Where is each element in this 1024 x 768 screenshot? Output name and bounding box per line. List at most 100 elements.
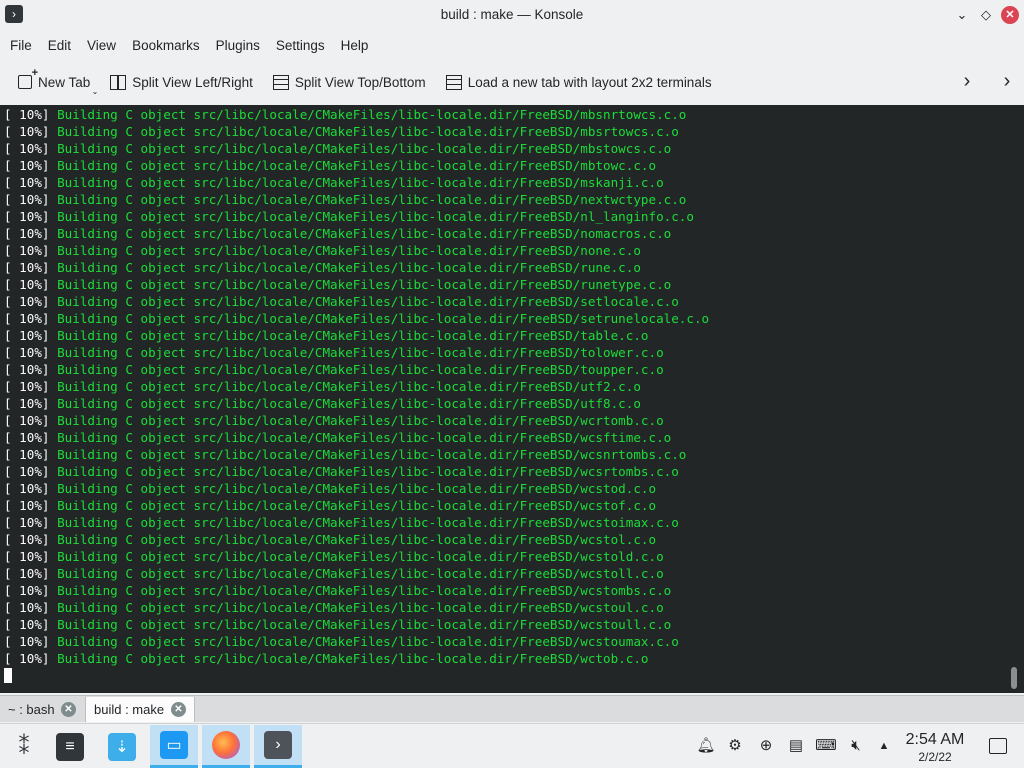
close-tab-icon[interactable]: ✕ bbox=[61, 702, 76, 717]
window-title: build : make — Konsole bbox=[440, 7, 584, 22]
terminal-line: [ 10%] Building C object src/libc/locale… bbox=[4, 123, 709, 140]
build-percent: [ 10%] bbox=[4, 617, 50, 632]
konsole-icon[interactable]: › bbox=[5, 5, 23, 23]
updates-icon[interactable]: ⊕ bbox=[755, 735, 777, 757]
close-tab-icon[interactable]: ✕ bbox=[171, 702, 186, 717]
load-layout-2x2-label: Load a new tab with layout 2x2 terminals bbox=[467, 74, 712, 90]
terminal-line: [ 10%] Building C object src/libc/locale… bbox=[4, 446, 709, 463]
toolbar-overflow-icon[interactable]: › bbox=[957, 70, 977, 94]
terminal-line: [ 10%] Building C object src/libc/locale… bbox=[4, 548, 709, 565]
terminal-line: [ 10%] Building C object src/libc/locale… bbox=[4, 293, 709, 310]
toolbar-more-icon[interactable]: › bbox=[997, 70, 1017, 94]
grid-layout-icon bbox=[445, 74, 462, 90]
keyboard-icon[interactable]: ⌨ bbox=[815, 735, 837, 757]
new-tab-button[interactable]: New Tab ⌄ bbox=[12, 66, 99, 98]
system-settings-button[interactable]: ≡ bbox=[46, 725, 94, 768]
build-percent: [ 10%] bbox=[4, 583, 50, 598]
clock-time[interactable]: 2:54 AM bbox=[900, 731, 970, 749]
split-view-top-bottom-button[interactable]: Split View Top/Bottom bbox=[267, 66, 432, 98]
expand-tray-icon[interactable]: ▲ bbox=[873, 735, 895, 757]
close-button[interactable]: ✕ bbox=[1001, 6, 1019, 24]
split-view-left-right-button[interactable]: Split View Left/Right bbox=[104, 66, 259, 98]
terminal-line: [ 10%] Building C object src/libc/locale… bbox=[4, 310, 709, 327]
build-message: Building C object src/libc/locale/CMakeF… bbox=[49, 294, 679, 309]
build-message: Building C object src/libc/locale/CMakeF… bbox=[49, 226, 672, 241]
menu-plugins[interactable]: Plugins bbox=[210, 38, 266, 53]
build-percent: [ 10%] bbox=[4, 141, 50, 156]
terminal-line: [ 10%] Building C object src/libc/locale… bbox=[4, 599, 709, 616]
terminal-line: [ 10%] Building C object src/libc/locale… bbox=[4, 259, 709, 276]
build-percent: [ 10%] bbox=[4, 345, 50, 360]
terminal-line: [ 10%] Building C object src/libc/locale… bbox=[4, 225, 709, 242]
terminal-view[interactable]: [ 10%] Building C object src/libc/locale… bbox=[0, 105, 1024, 693]
build-message: Building C object src/libc/locale/CMakeF… bbox=[49, 549, 664, 564]
menu-view[interactable]: View bbox=[81, 38, 122, 53]
notifications-icon[interactable]: 🔔︎ bbox=[695, 735, 717, 757]
clipboard-icon[interactable]: ▤ bbox=[785, 735, 807, 757]
terminal-line: [ 10%] Building C object src/libc/locale… bbox=[4, 157, 709, 174]
application-launcher-button[interactable]: ⁑ bbox=[0, 725, 48, 768]
maximize-button[interactable]: ◇ bbox=[976, 5, 996, 25]
build-percent: [ 10%] bbox=[4, 362, 50, 377]
konsole-task-button[interactable]: › bbox=[254, 725, 302, 768]
toolbar: New Tab ⌄ Split View Left/Right Split Vi… bbox=[0, 62, 1024, 102]
build-message: Building C object src/libc/locale/CMakeF… bbox=[49, 124, 679, 139]
build-message: Building C object src/libc/locale/CMakeF… bbox=[49, 651, 649, 666]
terminal-scrollbar[interactable] bbox=[1011, 667, 1017, 689]
terminal-line: [ 10%] Building C object src/libc/locale… bbox=[4, 344, 709, 361]
build-percent: [ 10%] bbox=[4, 396, 50, 411]
terminal-line: [ 10%] Building C object src/libc/locale… bbox=[4, 395, 709, 412]
application-launcher-icon: ⁑ bbox=[18, 733, 30, 759]
volume-muted-icon[interactable]: 🔇︎ bbox=[845, 735, 867, 757]
build-message: Building C object src/libc/locale/CMakeF… bbox=[49, 243, 641, 258]
build-percent: [ 10%] bbox=[4, 600, 50, 615]
network-icon[interactable]: ⚙︎ bbox=[724, 735, 746, 757]
terminal-line: [ 10%] Building C object src/libc/locale… bbox=[4, 531, 709, 548]
build-percent: [ 10%] bbox=[4, 651, 50, 666]
build-message: Building C object src/libc/locale/CMakeF… bbox=[49, 634, 679, 649]
terminal-line: [ 10%] Building C object src/libc/locale… bbox=[4, 616, 709, 633]
terminal-line: [ 10%] Building C object src/libc/locale… bbox=[4, 429, 709, 446]
minimize-button[interactable]: ⌄ bbox=[952, 5, 972, 25]
taskbar: ⁑ ≡ ⇣ ▭ › 🔔︎ ⚙︎ ⊕ ▤ ⌨ 🔇︎ ▲ 2:54 AM 2/2/2… bbox=[0, 723, 1024, 768]
terminal-line: [ 10%] Building C object src/libc/locale… bbox=[4, 361, 709, 378]
menu-file[interactable]: File bbox=[4, 38, 38, 53]
build-percent: [ 10%] bbox=[4, 515, 50, 530]
build-message: Building C object src/libc/locale/CMakeF… bbox=[49, 107, 687, 122]
file-manager-icon: ▭ bbox=[160, 731, 188, 759]
tab-bash[interactable]: ~ : bash ✕ bbox=[0, 697, 84, 722]
firefox-button[interactable] bbox=[202, 725, 250, 768]
menu-settings[interactable]: Settings bbox=[270, 38, 331, 53]
terminal-output: [ 10%] Building C object src/libc/locale… bbox=[4, 106, 709, 667]
build-message: Building C object src/libc/locale/CMakeF… bbox=[49, 141, 672, 156]
build-percent: [ 10%] bbox=[4, 328, 50, 343]
file-manager-button[interactable]: ▭ bbox=[150, 725, 198, 768]
build-message: Building C object src/libc/locale/CMakeF… bbox=[49, 600, 664, 615]
menu-bookmarks[interactable]: Bookmarks bbox=[126, 38, 206, 53]
clock-date[interactable]: 2/2/22 bbox=[900, 750, 970, 764]
session-tab-bar: ~ : bash ✕ build : make ✕ bbox=[0, 695, 1024, 722]
chevron-down-icon[interactable]: ⌄ bbox=[92, 87, 99, 96]
build-percent: [ 10%] bbox=[4, 532, 50, 547]
menu-edit[interactable]: Edit bbox=[42, 38, 77, 53]
build-message: Building C object src/libc/locale/CMakeF… bbox=[49, 447, 687, 462]
show-desktop-icon[interactable] bbox=[989, 738, 1007, 754]
tab-build-make[interactable]: build : make ✕ bbox=[85, 697, 195, 722]
terminal-line: [ 10%] Building C object src/libc/locale… bbox=[4, 497, 709, 514]
terminal-line: [ 10%] Building C object src/libc/locale… bbox=[4, 191, 709, 208]
build-percent: [ 10%] bbox=[4, 260, 50, 275]
system-settings-icon: ≡ bbox=[56, 732, 84, 761]
terminal-line: [ 10%] Building C object src/libc/locale… bbox=[4, 140, 709, 157]
build-message: Building C object src/libc/locale/CMakeF… bbox=[49, 515, 679, 530]
terminal-line: [ 10%] Building C object src/libc/locale… bbox=[4, 327, 709, 344]
menu-help[interactable]: Help bbox=[335, 38, 375, 53]
terminal-line: [ 10%] Building C object src/libc/locale… bbox=[4, 650, 709, 667]
discover-button[interactable]: ⇣ bbox=[98, 725, 146, 768]
build-percent: [ 10%] bbox=[4, 124, 50, 139]
load-layout-2x2-button[interactable]: Load a new tab with layout 2x2 terminals bbox=[440, 66, 718, 98]
new-tab-icon bbox=[18, 67, 38, 89]
split-view-top-bottom-label: Split View Top/Bottom bbox=[294, 74, 426, 90]
build-message: Building C object src/libc/locale/CMakeF… bbox=[49, 175, 664, 190]
build-message: Building C object src/libc/locale/CMakeF… bbox=[49, 583, 672, 598]
terminal-line: [ 10%] Building C object src/libc/locale… bbox=[4, 633, 709, 650]
